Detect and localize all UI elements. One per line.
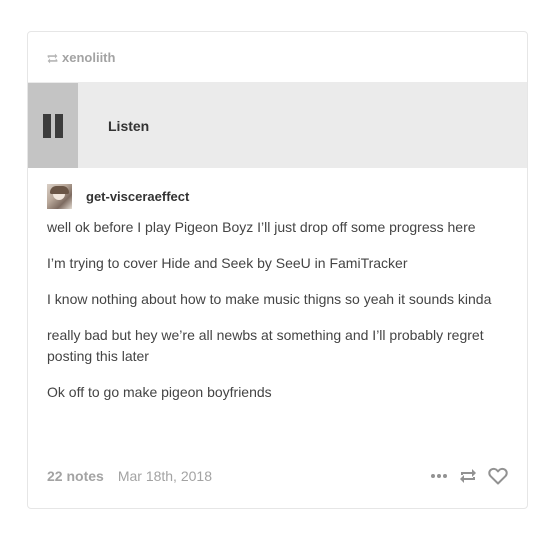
post-footer: 22 notes Mar 18th, 2018 — [47, 464, 508, 488]
reblog-button[interactable] — [458, 467, 478, 485]
pause-icon — [43, 113, 51, 138]
post-date[interactable]: Mar 18th, 2018 — [118, 468, 212, 484]
post-paragraph: Ok off to go make pigeon boyfriends — [47, 384, 272, 400]
more-button[interactable] — [430, 473, 448, 479]
notes-count[interactable]: 22 notes — [47, 468, 104, 484]
avatar[interactable] — [47, 183, 72, 209]
post-card: xenoliith Listen get-visceraeffect well … — [27, 31, 528, 509]
heart-icon — [488, 467, 508, 485]
reblog-username[interactable]: xenoliith — [62, 50, 115, 65]
post-author: get-visceraeffect — [47, 183, 508, 209]
pause-button[interactable] — [28, 83, 78, 168]
reblog-icon — [460, 469, 476, 483]
post-paragraph: I’m trying to cover Hide and Seek by See… — [47, 255, 408, 271]
more-icon — [431, 474, 447, 478]
reblog-header: xenoliith — [28, 32, 527, 83]
post-paragraph: really bad but hey we’re all newbs at so… — [47, 327, 484, 364]
audio-player[interactable]: Listen — [28, 83, 527, 168]
post-paragraph: well ok before I play Pigeon Boyz I’ll j… — [47, 219, 476, 235]
post-paragraph: I know nothing about how to make music t… — [47, 291, 492, 307]
like-button[interactable] — [488, 467, 508, 485]
author-name[interactable]: get-visceraeffect — [86, 189, 189, 204]
audio-label: Listen — [108, 117, 150, 134]
post-actions — [420, 467, 508, 485]
pause-icon-bar — [55, 113, 63, 138]
reblog-icon — [47, 53, 58, 64]
post-content: get-visceraeffect well ok before I play … — [28, 168, 527, 403]
